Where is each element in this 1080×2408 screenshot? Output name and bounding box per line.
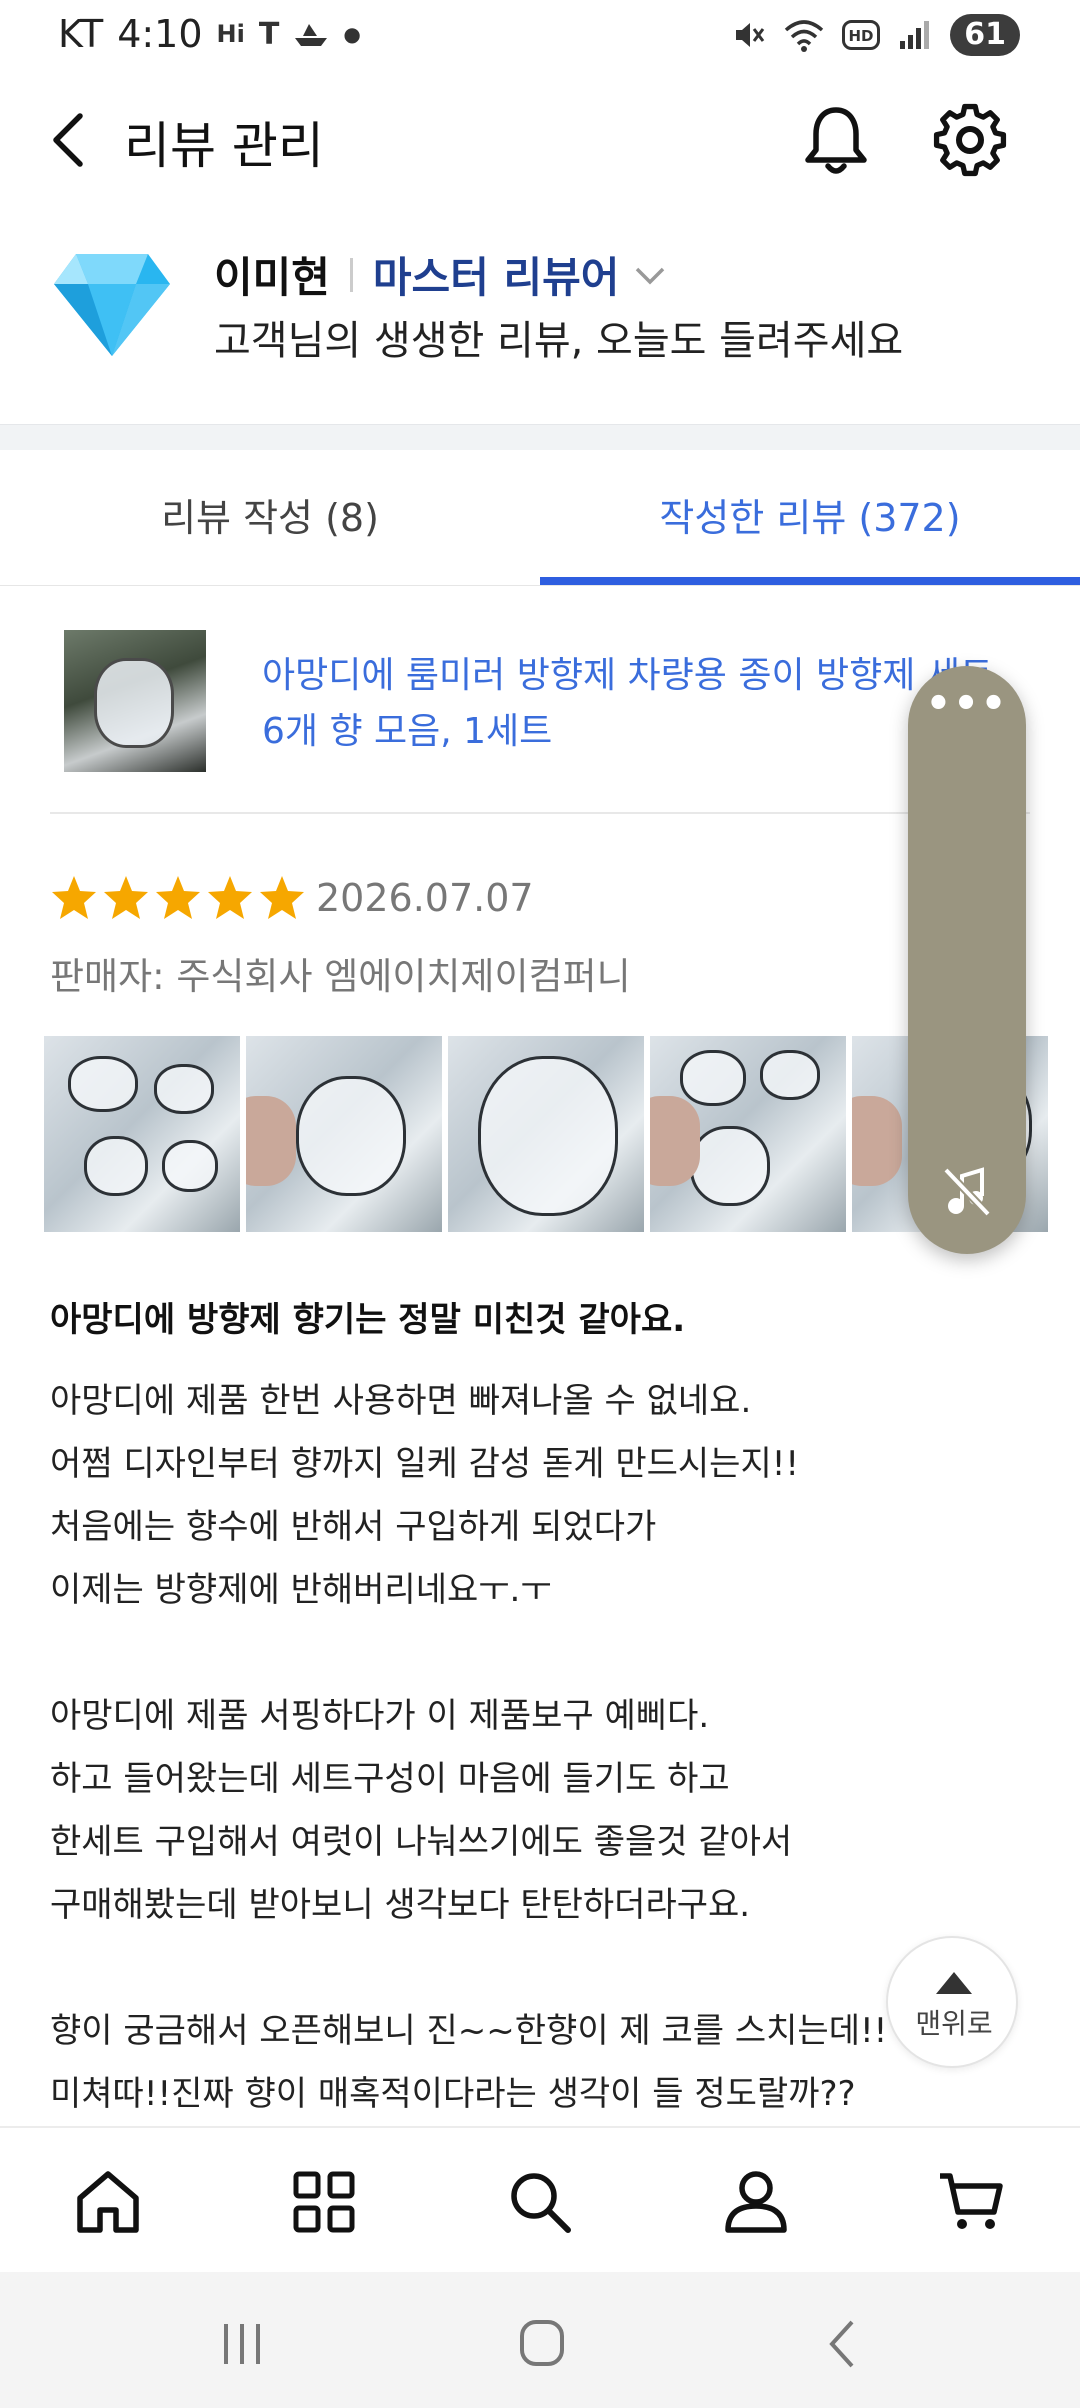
review-text-line: 아망디에 제품 한번 사용하면 빠져나올 수 없네요. bbox=[50, 1381, 752, 1421]
review-text-line bbox=[50, 1937, 950, 2000]
back-arrow-icon[interactable] bbox=[814, 2316, 874, 2372]
home-circle-icon[interactable] bbox=[512, 2316, 572, 2372]
tab-written-reviews[interactable]: 작성한 리뷰 (372) bbox=[540, 450, 1080, 586]
review-text-line: 처음에는 향수에 반해서 구입하게 되었다가 bbox=[50, 1507, 657, 1547]
carrier-label: KT bbox=[58, 12, 104, 56]
review-body: 아망디에 제품 한번 사용하면 빠져나올 수 없네요. 어쩜 디자인부터 향까지 … bbox=[50, 1370, 950, 2126]
reviewer-name-row[interactable]: 이미현 마스터 리뷰어 bbox=[214, 244, 667, 305]
t-icon: T bbox=[258, 16, 280, 52]
chevron-down-icon[interactable] bbox=[633, 258, 667, 292]
wifi-icon bbox=[785, 20, 824, 52]
section-divider bbox=[0, 424, 1080, 450]
star-icon bbox=[52, 876, 96, 919]
profile-icon[interactable] bbox=[720, 2166, 792, 2238]
tab-write-review[interactable]: 리뷰 작성 (8) bbox=[0, 450, 540, 586]
battery-badge: 61 bbox=[950, 14, 1020, 56]
arrow-up-icon bbox=[936, 1972, 972, 1994]
app-header: 리뷰 관리 bbox=[0, 90, 1080, 190]
review-date: 2026.07.07 bbox=[316, 876, 534, 920]
profile-subtitle: 고객님의 생생한 리뷰, 오늘도 들려주세요 bbox=[214, 318, 904, 364]
review-text-line: 하고 들어왔는데 세트구성이 마음에 들기도 하고 bbox=[50, 1759, 730, 1799]
review-photo[interactable] bbox=[44, 1036, 240, 1232]
scroll-top-label: 맨위로 bbox=[915, 2007, 993, 2040]
signal-icon bbox=[900, 21, 930, 49]
review-text-line bbox=[50, 1622, 950, 1685]
music-mute-icon[interactable] bbox=[942, 1166, 992, 1218]
hd-icon: HD bbox=[842, 20, 881, 50]
page-title: 리뷰 관리 bbox=[124, 117, 324, 175]
review-text-line: 한세트 구입해서 여럿이 나눠쓰기에도 좋을것 같아서 bbox=[50, 1822, 793, 1862]
status-time: 4:10 bbox=[117, 12, 203, 56]
star-icon bbox=[156, 876, 200, 919]
boat-icon bbox=[295, 24, 328, 46]
star-icon bbox=[260, 876, 304, 919]
more-icon[interactable]: ••• bbox=[908, 684, 1026, 734]
star-icon bbox=[104, 876, 148, 919]
scroll-top-button[interactable]: 맨위로 bbox=[886, 1936, 1018, 2068]
gear-icon[interactable] bbox=[932, 102, 1008, 178]
review-text-line: 구매해봤는데 받아보니 생각보다 탄탄하더라구요. bbox=[50, 1885, 751, 1925]
review-headline: 아망디에 방향제 향기는 정말 미친것 같아요. bbox=[50, 1300, 686, 1340]
recents-icon[interactable] bbox=[212, 2316, 272, 2372]
mute-icon bbox=[736, 23, 765, 47]
product-thumbnail[interactable] bbox=[64, 630, 206, 772]
reviewer-name: 이미현 bbox=[214, 253, 330, 302]
floating-media-panel[interactable]: ••• bbox=[908, 666, 1026, 1254]
hi-icon: Hi bbox=[216, 20, 245, 48]
active-tab-indicator bbox=[540, 577, 1080, 585]
product-divider bbox=[50, 812, 1030, 814]
reviewer-rank: 마스터 리뷰어 bbox=[372, 253, 620, 302]
status-bar: KT 4:10 Hi T ● HD 61 bbox=[0, 0, 1080, 70]
star-rating bbox=[50, 874, 306, 922]
categories-icon[interactable] bbox=[288, 2166, 360, 2238]
cart-icon[interactable] bbox=[936, 2166, 1008, 2238]
search-icon[interactable] bbox=[504, 2166, 576, 2238]
review-photo[interactable] bbox=[650, 1036, 846, 1232]
system-navigation-bar bbox=[0, 2272, 1080, 2408]
review-text-line: 어쩜 디자인부터 향까지 일케 감성 돋게 만드시는지!! bbox=[50, 1444, 799, 1484]
dot-icon: ● bbox=[343, 22, 361, 46]
review-text-line: 향이 궁금해서 오픈해보니 진~~한향이 제 코를 스치는데!! bbox=[50, 2011, 888, 2051]
review-text-line: 미쳐따!!진짜 향이 매혹적이다라는 생각이 들 정도랄까?? bbox=[50, 2074, 856, 2114]
review-text-line: 이제는 방향제에 반해버리네요ㅜ.ㅜ bbox=[50, 1570, 552, 1610]
seller-name: 판매자: 주식회사 엠에이치제이컴퍼니 bbox=[50, 955, 631, 998]
reviewer-profile: 이미현 마스터 리뷰어 고객님의 생생한 리뷰, 오늘도 들려주세요 bbox=[0, 230, 1080, 420]
review-text-line: 아망디에 제품 서핑하다가 이 제품보구 예삐다. bbox=[50, 1696, 710, 1736]
bell-icon[interactable] bbox=[800, 102, 872, 178]
bottom-navigation bbox=[0, 2126, 1080, 2272]
name-divider bbox=[349, 257, 353, 292]
review-tabs: 리뷰 작성 (8) 작성한 리뷰 (372) bbox=[0, 450, 1080, 586]
review-photo[interactable] bbox=[448, 1036, 644, 1232]
diamond-icon bbox=[54, 254, 170, 356]
review-photo[interactable] bbox=[246, 1036, 442, 1232]
back-icon[interactable] bbox=[44, 110, 94, 170]
home-icon[interactable] bbox=[72, 2166, 144, 2238]
star-icon bbox=[208, 876, 252, 919]
svg-text:HD: HD bbox=[849, 27, 874, 45]
